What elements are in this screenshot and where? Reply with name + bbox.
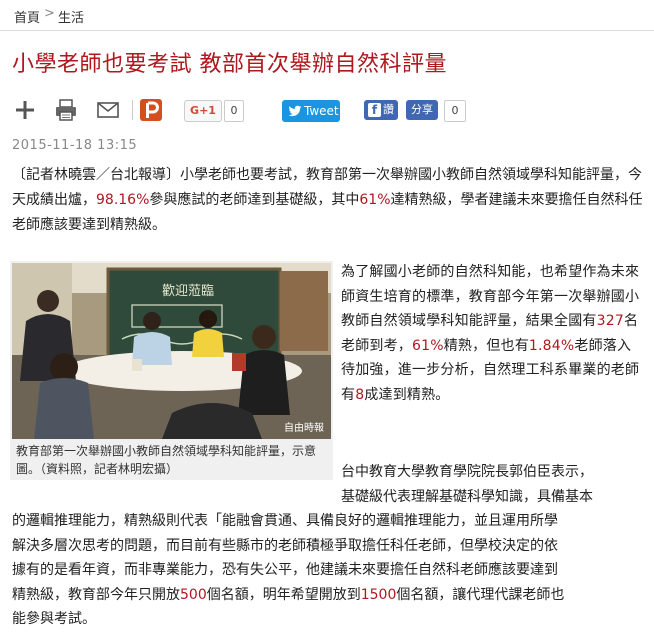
twitter-bird-icon xyxy=(288,105,302,117)
google-plus-count: 0 xyxy=(224,100,244,122)
para2-line-5: 據有的是看年資，而非專業能力，恐有失公平，他建議未來要擔任自然科老師應該要達到 xyxy=(12,562,558,578)
lead-text-2: 參與應試的老師達到基礎級，其中 xyxy=(149,192,360,208)
para2-line-7: 能參與考試。 xyxy=(12,611,96,627)
side-text-5: 成達到精熟。 xyxy=(364,386,450,403)
lead-paragraph: 〔記者林曉雲／台北報導〕小學老師也要考試，教育部第一次舉辦國小教師自然領域學科知… xyxy=(12,163,644,238)
para2-line-6: 精熟級，教育部今年只開放500個名額，明年希望開放到1500個名額，讓代理代課老… xyxy=(12,583,644,608)
article-page: 首頁 > 生活 小學老師也要考試 教部首次舉辦自然科評量 G+1 0 Tweet… xyxy=(0,0,654,636)
facebook-like-button[interactable]: f 讚 xyxy=(364,100,398,120)
tweet-label: Tweet xyxy=(304,104,339,118)
breadcrumb: 首頁 > 生活 xyxy=(0,0,654,31)
para2-text-6b: 個名額，明年希望開放到 xyxy=(206,586,361,603)
article-photo[interactable]: 歡迎蒞臨 自由時報 xyxy=(12,263,331,439)
facebook-icon: f xyxy=(368,103,381,117)
para2-number-500: 500 xyxy=(180,586,207,603)
toolbar-divider xyxy=(132,100,133,120)
plus-icon[interactable] xyxy=(14,99,36,121)
side-number-1: 327 xyxy=(596,313,624,329)
plurk-icon[interactable] xyxy=(140,99,162,121)
chalkboard-text: 歡迎蒞臨 xyxy=(162,284,214,299)
para2-text-6a: 精熟級，教育部今年只開放 xyxy=(12,586,180,603)
share-count: 0 xyxy=(444,100,466,122)
para2-number-1500: 1500 xyxy=(360,586,397,603)
para2-line-2: 基礎級代表理解基礎科學知識，具備基本 xyxy=(341,488,593,505)
side-paragraph: 為了解國小老師的自然科知能，也希望作為未來師資生培育的標準，教育部今年第一次舉辦… xyxy=(341,260,644,407)
google-plus-button[interactable]: G+1 xyxy=(184,100,222,122)
side-number-3: 1.84% xyxy=(528,337,575,354)
side-text-1: 為了解國小老師的自然科知能，也希望作為未來師資生培育的標準，教育部今年第一次舉辦… xyxy=(341,264,640,329)
facebook-like-label: 讚 xyxy=(383,103,394,116)
para2-line-4: 解決多層次思考的問題，而目前有些縣市的老師積極爭取擔任科任老師，但學校決定的依 xyxy=(12,537,558,554)
breadcrumb-home-link[interactable]: 首頁 xyxy=(14,7,40,26)
tweet-button[interactable]: Tweet xyxy=(282,100,340,122)
breadcrumb-section-link[interactable]: 生活 xyxy=(58,7,84,26)
publish-date: 2015-11-18 13:15 xyxy=(12,138,138,153)
facebook-share-button[interactable]: 分享 xyxy=(406,100,438,120)
share-toolbar: G+1 0 Tweet f 讚 分享 0 xyxy=(10,96,650,126)
second-paragraph: 台中教育大學教育學院院長郭伯臣表示， 基礎級代表理解基礎科學知識，具備基本 的邏… xyxy=(12,460,644,632)
side-number-4: 8 xyxy=(355,386,365,403)
article-figure: 歡迎蒞臨 自由時報 教育部第一次舉辦國小教師自然領域學科知能評量，示意圖。（資料… xyxy=(10,261,333,480)
side-number-2: 61% xyxy=(412,337,444,354)
print-icon[interactable] xyxy=(54,99,78,121)
article-title: 小學老師也要考試 教部首次舉辦自然科評量 xyxy=(12,52,447,77)
lead-number-1: 98.16% xyxy=(96,192,150,208)
breadcrumb-separator: > xyxy=(44,6,55,21)
photo-watermark: 自由時報 xyxy=(284,421,324,434)
para2-line-3: 的邏輯推理能力，精熟級則代表「能融會貫通、具備良好的邏輯推理能力，並且運用所學 xyxy=(12,513,558,529)
mail-icon[interactable] xyxy=(96,99,120,121)
side-text-3: 精熟，但也有 xyxy=(443,337,529,354)
para2-line-1: 台中教育大學教育學院院長郭伯臣表示， xyxy=(341,464,593,480)
lead-number-2: 61% xyxy=(359,192,391,208)
para2-text-6c: 個名額，讓代理代課老師也 xyxy=(396,586,565,603)
